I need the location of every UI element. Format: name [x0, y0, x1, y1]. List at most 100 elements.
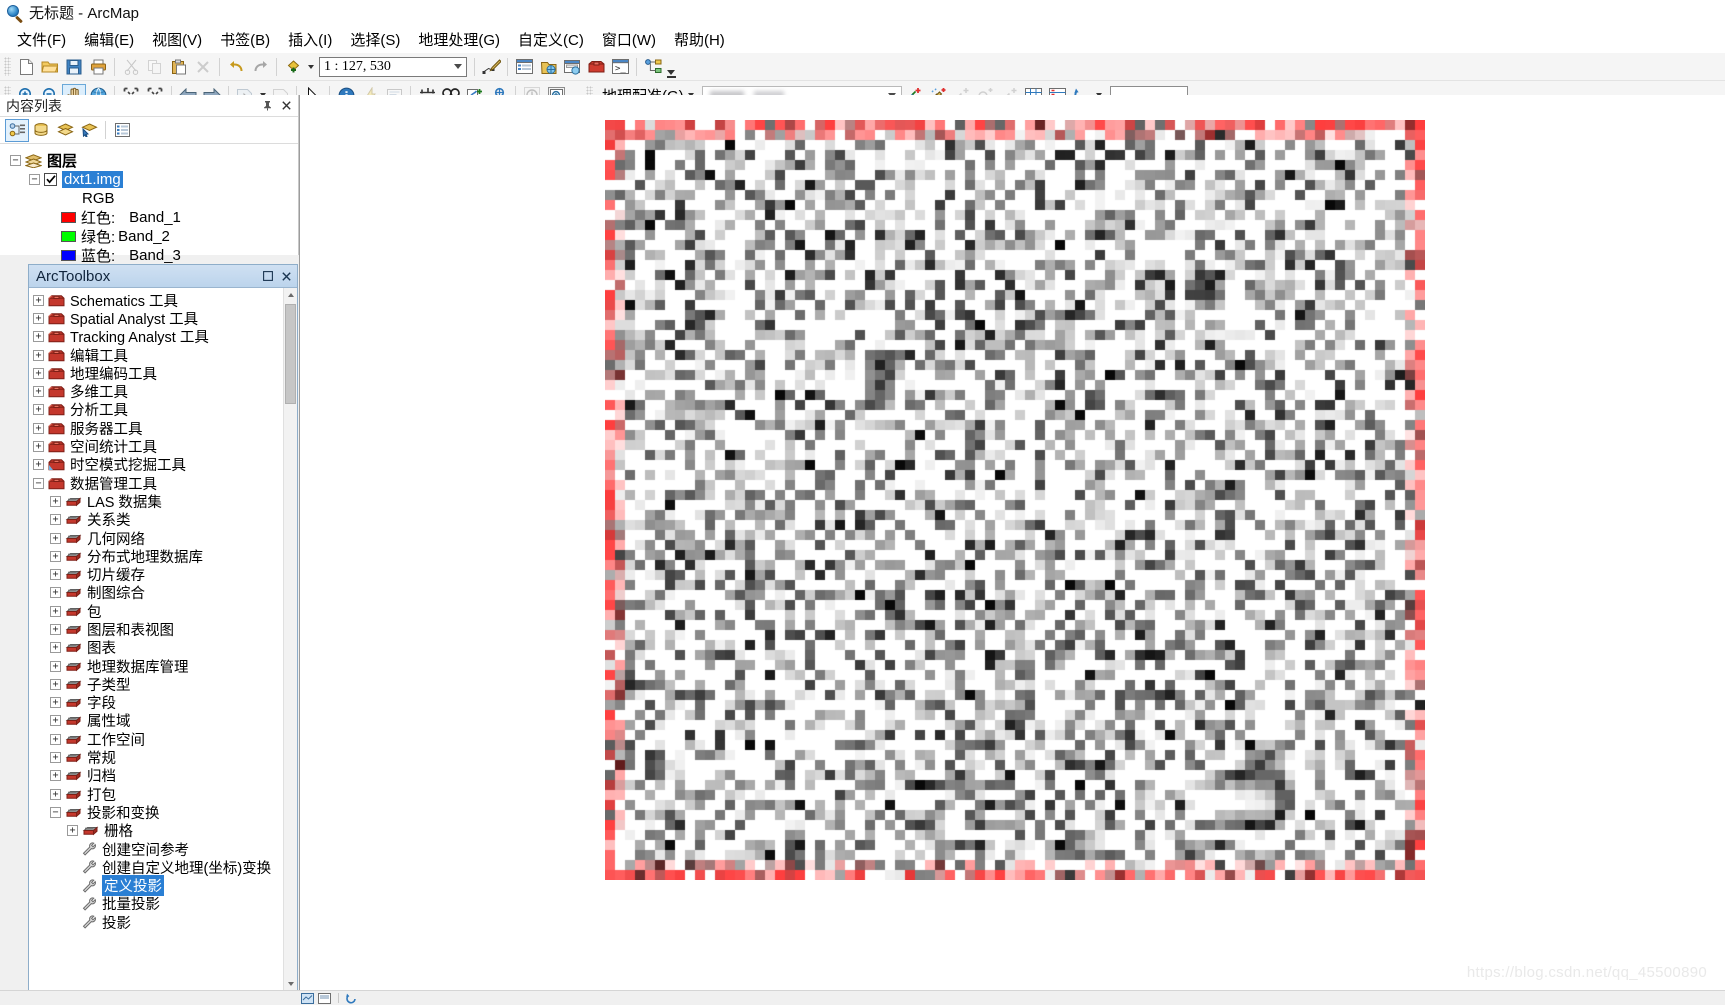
- menu-item-file[interactable]: 文件(F): [8, 26, 75, 53]
- toolbar-overflow-button[interactable]: [665, 55, 677, 79]
- expand-toggle-icon[interactable]: +: [33, 422, 44, 434]
- arctoolbox-tree-item[interactable]: − 数据管理工具: [29, 474, 284, 493]
- save-icon[interactable]: [62, 55, 86, 78]
- menu-item-bookmarks[interactable]: 书签(B): [211, 26, 279, 53]
- arctoolbox-tree-item[interactable]: 定义投影: [29, 875, 284, 897]
- arctoolbox-tree-item[interactable]: + LAS 数据集: [29, 492, 284, 511]
- close-icon[interactable]: [279, 98, 294, 113]
- expand-toggle-icon[interactable]: +: [50, 678, 61, 690]
- add-data-icon[interactable]: [281, 55, 305, 78]
- expand-toggle-icon[interactable]: +: [50, 660, 61, 672]
- expand-toggle-icon[interactable]: +: [50, 495, 61, 507]
- arctoolbox-tree-item[interactable]: + 编辑工具: [29, 346, 284, 365]
- scroll-down-icon[interactable]: [284, 977, 297, 990]
- collapse-toggle-icon[interactable]: −: [50, 806, 61, 818]
- paste-icon[interactable]: [167, 55, 191, 78]
- open-icon[interactable]: [38, 55, 62, 78]
- arctoolbox-icon[interactable]: [584, 55, 608, 78]
- arctoolbox-tree-item[interactable]: + 几何网络: [29, 529, 284, 548]
- expand-toggle-icon[interactable]: +: [33, 404, 44, 416]
- arctoolbox-tree-item[interactable]: + 工作空间: [29, 730, 284, 749]
- map-scale-combo[interactable]: [319, 56, 467, 77]
- arctoolbox-tree-item[interactable]: + 关系类: [29, 511, 284, 529]
- new-map-icon[interactable]: [14, 55, 38, 78]
- expand-toggle-icon[interactable]: +: [33, 331, 44, 343]
- menu-item-insert[interactable]: 插入(I): [279, 26, 341, 53]
- arctoolbox-tree-item[interactable]: + 地理数据库管理: [29, 657, 284, 676]
- arctoolbox-tree-item[interactable]: + 子类型: [29, 675, 284, 694]
- cut-icon[interactable]: [119, 55, 143, 78]
- layer-visibility-checkbox[interactable]: [44, 173, 57, 186]
- python-window-icon[interactable]: >_: [608, 55, 632, 78]
- menu-item-selection[interactable]: 选择(S): [341, 26, 409, 53]
- arctoolbox-tree-item[interactable]: + 分析工具: [29, 401, 284, 419]
- expand-toggle-icon[interactable]: +: [50, 569, 61, 581]
- arctoolbox-tree-item[interactable]: + 图表: [29, 639, 284, 657]
- collapse-toggle-icon[interactable]: −: [33, 477, 44, 489]
- expand-toggle-icon[interactable]: +: [50, 733, 61, 745]
- expand-toggle-icon[interactable]: +: [67, 825, 78, 837]
- expand-toggle-icon[interactable]: +: [50, 532, 61, 544]
- arctoolbox-tree-item[interactable]: 创建空间参考: [29, 840, 284, 859]
- expand-toggle-icon[interactable]: +: [50, 514, 61, 526]
- pin-icon[interactable]: [260, 98, 275, 113]
- arctoolbox-tree-item[interactable]: + 空间统计工具: [29, 437, 284, 456]
- expand-toggle-icon[interactable]: +: [33, 459, 44, 471]
- arctoolbox-tree-item[interactable]: 投影: [29, 913, 284, 932]
- arctoolbox-tree[interactable]: + Schematics 工具 + Spatial Analyst 工具 + Tracki…: [29, 288, 284, 990]
- arctoolbox-tree-item[interactable]: + 时空模式挖掘工具: [29, 456, 284, 474]
- arctoolbox-tree-item[interactable]: + 字段: [29, 694, 284, 712]
- expand-toggle-icon[interactable]: +: [33, 367, 44, 379]
- expand-toggle-icon[interactable]: +: [50, 623, 61, 635]
- expand-toggle-icon[interactable]: +: [50, 605, 61, 617]
- map-view[interactable]: https://blog.csdn.net/qq_45500890: [299, 95, 1725, 991]
- menu-item-view[interactable]: 视图(V): [143, 26, 211, 53]
- expand-toggle-icon[interactable]: +: [33, 349, 44, 361]
- chevron-down-icon[interactable]: [449, 58, 466, 76]
- options-icon[interactable]: [110, 119, 134, 142]
- search-window-icon[interactable]: [560, 55, 584, 78]
- arctoolbox-tree-item[interactable]: + 服务器工具: [29, 419, 284, 438]
- scrollbar-thumb[interactable]: [285, 304, 296, 404]
- menu-item-windows[interactable]: 窗口(W): [593, 26, 665, 53]
- expand-toggle-icon[interactable]: +: [50, 642, 61, 654]
- arctoolbox-tree-item[interactable]: + 归档: [29, 767, 284, 785]
- redo-icon[interactable]: [248, 55, 272, 78]
- arctoolbox-tree-item[interactable]: + 常规: [29, 748, 284, 767]
- arctoolbox-tree-item[interactable]: 批量投影: [29, 895, 284, 913]
- expand-toggle-icon[interactable]: +: [33, 386, 44, 398]
- arctoolbox-tree-item[interactable]: + Schematics 工具: [29, 291, 284, 310]
- arctoolbox-tree-item[interactable]: + 多维工具: [29, 382, 284, 401]
- expand-toggle-icon[interactable]: +: [33, 441, 44, 453]
- arctoolbox-tree-item[interactable]: + 栅格: [29, 822, 284, 840]
- expand-toggle-icon[interactable]: +: [50, 770, 61, 782]
- arctoolbox-tree-item[interactable]: + 切片缓存: [29, 565, 284, 584]
- delete-icon[interactable]: [191, 55, 215, 78]
- arctoolbox-tree-item[interactable]: + 分布式地理数据库: [29, 547, 284, 566]
- undo-icon[interactable]: [224, 55, 248, 78]
- copy-icon[interactable]: [143, 55, 167, 78]
- arctoolbox-tree-item[interactable]: + 图层和表视图: [29, 620, 284, 639]
- model-builder-icon[interactable]: [641, 55, 665, 78]
- arctoolbox-tree-item[interactable]: + 制图综合: [29, 584, 284, 602]
- list-by-selection-icon[interactable]: [77, 119, 101, 142]
- arctoolbox-tree-item[interactable]: 创建自定义地理(坐标)变换: [29, 858, 284, 877]
- data-view-icon[interactable]: [300, 992, 315, 1004]
- arctoolbox-tree-item[interactable]: + Tracking Analyst 工具: [29, 328, 284, 346]
- toolbar-grip[interactable]: [4, 57, 11, 76]
- expand-toggle-icon[interactable]: +: [33, 312, 44, 324]
- add-data-dropdown-icon[interactable]: [305, 55, 316, 78]
- arctoolbox-tree-item[interactable]: + Spatial Analyst 工具: [29, 309, 284, 328]
- catalog-icon[interactable]: [536, 55, 560, 78]
- list-by-visibility-icon[interactable]: [53, 119, 77, 142]
- arctoolbox-tree-item[interactable]: + 包: [29, 602, 284, 621]
- collapse-toggle-icon[interactable]: −: [29, 174, 40, 185]
- arctoolbox-tree-item[interactable]: + 地理编码工具: [29, 364, 284, 383]
- restore-icon[interactable]: [261, 269, 275, 283]
- expand-toggle-icon[interactable]: +: [50, 550, 61, 562]
- arctoolbox-tree-item[interactable]: + 打包: [29, 785, 284, 804]
- arctoolbox-scrollbar[interactable]: [283, 288, 297, 990]
- table-of-contents-icon[interactable]: [512, 55, 536, 78]
- expand-toggle-icon[interactable]: +: [50, 752, 61, 764]
- list-by-drawing-order-icon[interactable]: [5, 118, 29, 142]
